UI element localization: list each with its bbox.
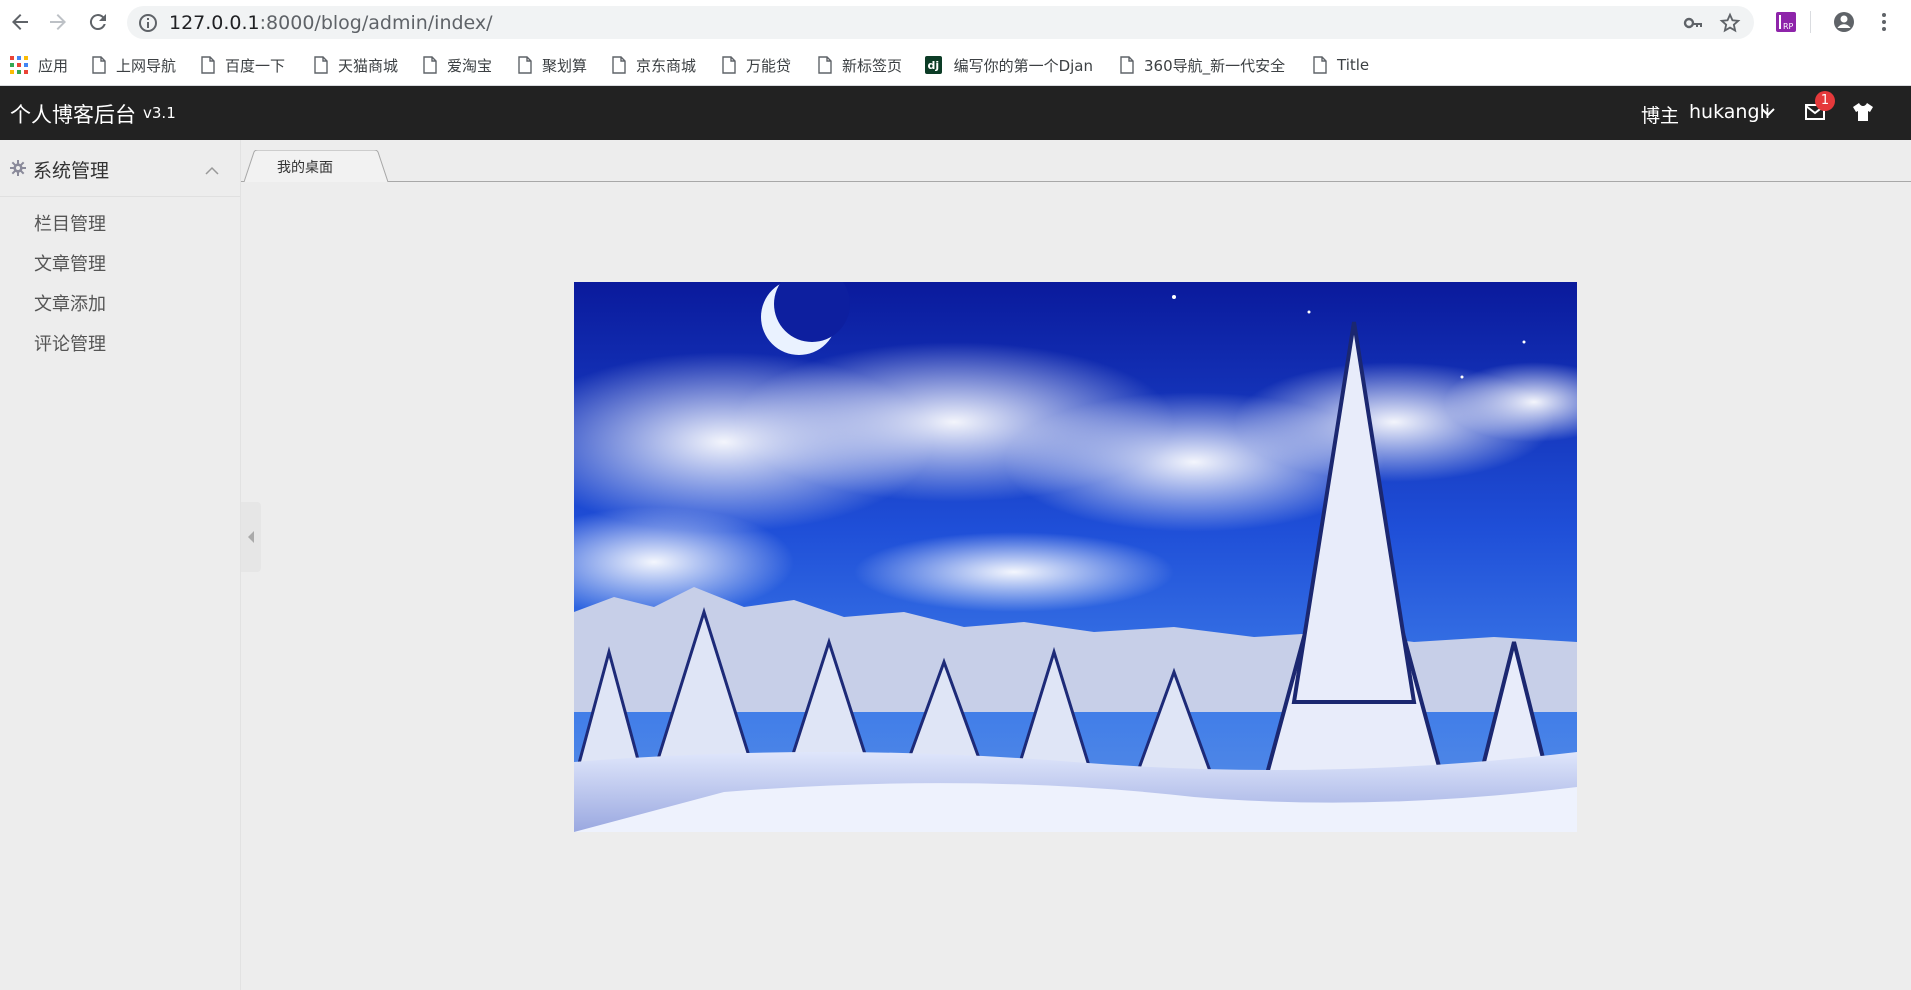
page-icon <box>201 56 215 74</box>
sidebar-item-columns[interactable]: 栏目管理 <box>34 210 106 236</box>
bookmark-item[interactable]: 新标签页 <box>818 53 902 77</box>
bookmark-label: 京东商城 <box>636 56 697 75</box>
bookmark-item[interactable]: 百度一下 <box>201 53 285 77</box>
user-role: 博主 <box>1641 105 1680 127</box>
bookmark-label: 编写你的第一个Djan <box>953 56 1093 75</box>
sidebar-item-add-article[interactable]: 文章添加 <box>34 290 106 316</box>
chevron-down-icon[interactable] <box>1760 104 1776 123</box>
key-icon[interactable] <box>1682 12 1704 34</box>
rp-extension-icon[interactable]: RP <box>1774 10 1798 34</box>
bookmark-item[interactable]: 爱淘宝 <box>423 53 492 77</box>
page-icon <box>518 56 532 74</box>
winter-landscape-image <box>574 282 1577 832</box>
user-menu[interactable]: hukangli <box>1689 101 1770 123</box>
tab-my-desktop[interactable]: 我的桌面 <box>244 150 388 182</box>
sidebar-item-articles[interactable]: 文章管理 <box>34 250 106 276</box>
page-icon <box>818 56 832 74</box>
bookmark-item[interactable]: 聚划算 <box>518 53 587 77</box>
bookmark-label: 聚划算 <box>542 56 588 75</box>
bookmark-item[interactable]: 京东商城 <box>612 53 696 77</box>
bookmarks-bar: 应用 上网导航 百度一下 天猫商城 爱淘宝 聚划算 京东商城 万能贷 新标签页 … <box>0 45 1911 86</box>
svg-text:RP: RP <box>1783 22 1794 31</box>
address-bar[interactable]: 127.0.0.1:8000/blog/admin/index/ <box>127 6 1754 39</box>
app-title[interactable]: 个人博客后台 <box>10 99 136 129</box>
bookmark-item[interactable]: Title <box>1313 53 1369 77</box>
page-icon <box>612 56 626 74</box>
bookmark-apps[interactable]: 应用 <box>10 53 68 77</box>
bookmark-label: 万能贷 <box>746 56 792 75</box>
bookmark-label: 天猫商城 <box>338 56 399 75</box>
kebab-menu-icon[interactable] <box>1872 10 1896 34</box>
bookmark-label: 360导航_新一代安全 <box>1144 56 1285 75</box>
app-version: v3.1 <box>143 104 176 122</box>
bookmark-label: 应用 <box>38 56 69 75</box>
star-icon[interactable] <box>1719 12 1741 34</box>
bookmark-label: 爱淘宝 <box>447 56 493 75</box>
apps-grid-icon <box>10 56 28 74</box>
toolbar-divider <box>1810 11 1834 35</box>
back-arrow-icon[interactable] <box>8 10 32 34</box>
info-icon[interactable] <box>137 12 159 34</box>
sidebar-collapse-handle[interactable] <box>241 502 261 572</box>
bookmark-label: 新标签页 <box>842 56 903 75</box>
account-icon[interactable] <box>1832 10 1856 34</box>
page-icon <box>423 56 437 74</box>
page-icon <box>1313 56 1327 74</box>
desktop-welcome-image <box>574 282 1577 832</box>
bookmark-item[interactable]: 上网导航 <box>92 53 176 77</box>
django-icon: dj <box>925 56 942 74</box>
bookmark-item[interactable]: 天猫商城 <box>314 53 398 77</box>
bookmark-label: 上网导航 <box>116 56 177 75</box>
tshirt-icon[interactable] <box>1851 101 1875 127</box>
bookmark-label: Title <box>1337 56 1370 74</box>
sidebar-group-system[interactable]: 系统管理 <box>0 140 240 197</box>
browser-toolbar: 127.0.0.1:8000/blog/admin/index/ RP <box>0 0 1911 45</box>
notification-badge: 1 <box>1815 91 1835 111</box>
sidebar-item-comments[interactable]: 评论管理 <box>34 330 106 356</box>
page-icon <box>314 56 328 74</box>
bookmark-item[interactable]: 万能贷 <box>722 53 791 77</box>
bookmark-item[interactable]: dj 编写你的第一个Djan <box>925 53 1093 77</box>
page-icon <box>722 56 736 74</box>
chevron-up-icon[interactable] <box>205 161 219 180</box>
bookmark-label: 百度一下 <box>225 56 286 75</box>
page-icon <box>92 56 106 74</box>
sidebar-group-label: 系统管理 <box>33 160 110 182</box>
page-icon <box>1120 56 1134 74</box>
tab-bar-line <box>241 181 1911 182</box>
url-text: 127.0.0.1:8000/blog/admin/index/ <box>169 12 493 34</box>
forward-arrow-icon[interactable] <box>46 10 70 34</box>
gear-icon <box>10 160 26 180</box>
sidebar: 系统管理 栏目管理 文章管理 文章添加 评论管理 <box>0 140 241 990</box>
caret-left-icon <box>248 531 254 543</box>
tab-label: 我的桌面 <box>277 160 333 176</box>
app-header: 个人博客后台 v3.1 博主 hukangli 1 <box>0 86 1911 140</box>
reload-icon[interactable] <box>86 10 110 34</box>
bookmark-item[interactable]: 360导航_新一代安全 <box>1120 53 1285 77</box>
